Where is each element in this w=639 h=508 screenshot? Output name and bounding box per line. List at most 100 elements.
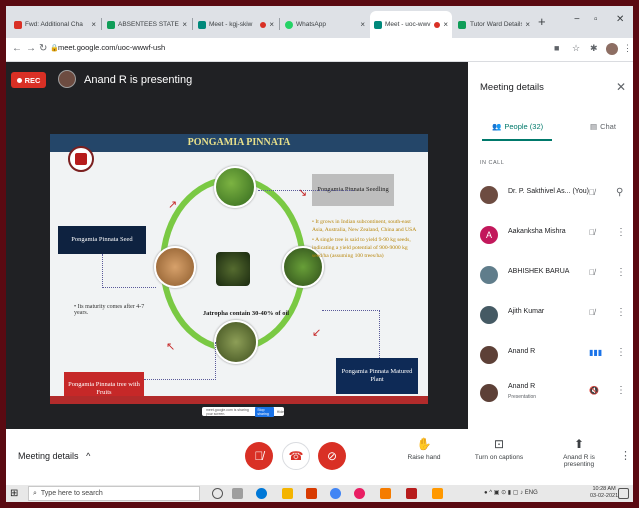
pin-icon[interactable]: ⚲ — [616, 187, 623, 198]
chrome-profile-icon[interactable] — [354, 488, 365, 499]
camera-toggle-button[interactable]: ⊘ — [318, 442, 346, 470]
institution-logo-icon — [68, 146, 94, 172]
participant-row[interactable]: Anand R Presentation 🔇 ⋮ — [468, 374, 633, 412]
close-icon[interactable]: × — [360, 20, 365, 29]
presenter-text: Anand R is presenting — [84, 74, 193, 86]
meeting-details-button[interactable]: Meeting details ^ — [18, 451, 90, 461]
presenting-button[interactable]: ⬆ Anand R is presenting — [549, 437, 609, 468]
close-icon[interactable]: × — [525, 20, 530, 29]
center-caption: Jatropha contain 30-40% of oil — [202, 310, 290, 317]
meeting-details-panel: Meeting details ✕ 👥 People (32) ▤ Chat I… — [468, 62, 633, 429]
maturity-text: Its maturity comes after 4-7 years. — [74, 304, 145, 316]
participant-avatar — [480, 266, 498, 284]
tab-absentees[interactable]: ABSENTEES STATEM × — [103, 11, 191, 38]
clock[interactable]: 10:28 AM 03-02-2021 — [590, 486, 618, 500]
close-icon[interactable]: ✕ — [616, 80, 626, 94]
app-icon[interactable] — [380, 488, 391, 499]
raise-hand-button[interactable]: ✋ Raise hand — [394, 437, 454, 461]
close-icon[interactable]: × — [182, 20, 187, 29]
tab-title: Fwd: Additional Cha — [25, 21, 83, 28]
people-tab-label: People (32) — [504, 122, 544, 131]
participant-avatar: A — [480, 226, 498, 244]
chrome-icon[interactable] — [330, 488, 341, 499]
participant-row[interactable]: Ajith Kumar 🎙̸ ⋮ — [468, 296, 633, 334]
url-field[interactable]: meet.google.com/uoc-wwwf-ush — [58, 43, 165, 52]
restore-icon[interactable]: ▫ — [594, 14, 598, 25]
slide-title: PONGAMIA PINNATA — [187, 137, 291, 148]
tab-meet-uoc[interactable]: Meet - uoc-wwv × — [370, 11, 452, 38]
meet-icon — [374, 20, 382, 29]
reload-icon[interactable]: ↻ — [39, 43, 47, 54]
participant-row[interactable]: ABHISHEK BARUA 🎙̸ ⋮ — [468, 256, 633, 294]
seedling-image — [214, 166, 256, 208]
minimize-icon[interactable]: − — [574, 14, 580, 25]
camera-icon[interactable]: ■ — [554, 43, 559, 53]
menu-icon[interactable]: ⋮ — [623, 43, 632, 54]
more-options-icon[interactable]: ⋮ — [616, 227, 626, 238]
fact-bullet: • It grows in Indian subcontinent, south… — [312, 219, 417, 234]
more-options-icon[interactable]: ⋮ — [616, 267, 626, 278]
more-options-icon[interactable]: ⋮ — [616, 347, 626, 358]
tab-meet-kgj[interactable]: Meet - kgj-skiw × — [194, 11, 278, 38]
more-options-icon[interactable]: ⋮ — [616, 385, 626, 396]
forward-icon[interactable]: → — [26, 43, 36, 54]
hand-icon: ✋ — [416, 437, 432, 451]
cortana-icon[interactable] — [212, 488, 223, 499]
edge-icon[interactable] — [256, 488, 267, 499]
profile-avatar[interactable] — [606, 43, 618, 55]
address-bar: ← → ↻ 🔒 meet.google.com/uoc-wwwf-ush ■ ☆… — [6, 38, 633, 62]
close-icon[interactable]: × — [269, 20, 274, 29]
extensions-icon[interactable]: ✱ — [590, 43, 598, 54]
sheets-icon — [107, 20, 115, 29]
tab-people[interactable]: 👥 People (32) — [492, 122, 543, 131]
recording-icon — [260, 21, 267, 28]
tab-title: ABSENTEES STATEM — [118, 21, 180, 28]
mic-toggle-button[interactable]: 🎙̸ — [245, 442, 273, 470]
active-tab-indicator — [482, 139, 552, 141]
slide-footer-band — [50, 396, 428, 404]
participant-row[interactable]: Dr. P. Sakthivel As... (You) 🎙̸ ⚲ — [468, 176, 633, 214]
more-options-icon[interactable]: ⋮ — [620, 449, 631, 462]
jatropha-image — [216, 252, 250, 286]
tab-title: WhatsApp — [296, 21, 326, 28]
tab-whatsapp[interactable]: WhatsApp × — [281, 11, 369, 38]
office-icon[interactable] — [306, 488, 317, 499]
participant-avatar — [480, 346, 498, 364]
fact-text: It grows in Indian subcontinent, south-e… — [312, 219, 417, 234]
acrobat-icon[interactable] — [406, 488, 417, 499]
taskbar-search[interactable]: ⌕ Type here to search — [28, 486, 200, 501]
close-icon[interactable]: × — [91, 20, 96, 29]
seeds-image — [154, 246, 196, 288]
hide-share-bar-button[interactable]: Hide — [277, 410, 284, 414]
presentation-muted-icon: 🔇 — [589, 386, 599, 395]
maturity-bullet: • Its maturity comes after 4-7 years. — [74, 304, 145, 316]
captions-icon: ⊡ — [493, 437, 505, 451]
stop-sharing-button[interactable]: Stop sharing — [255, 406, 274, 417]
window-close-icon[interactable]: ✕ — [616, 14, 624, 25]
participant-avatar — [480, 186, 498, 204]
participant-row[interactable]: A Aakanksha Mishra 🎙̸ ⋮ — [468, 216, 633, 254]
captions-button[interactable]: ⊡ Turn on captions — [469, 437, 529, 461]
participant-row[interactable]: Anand R ▮▮▮ ⋮ — [468, 336, 633, 374]
file-explorer-icon[interactable] — [282, 488, 293, 499]
back-icon[interactable]: ← — [12, 43, 22, 54]
close-icon[interactable]: × — [443, 20, 448, 29]
tray-icons[interactable]: ● ^ ▣ ⊙ ▮ ▢ ♪ — [484, 490, 523, 496]
new-tab-icon[interactable]: + — [538, 14, 546, 29]
leave-call-button[interactable]: ☎ — [282, 442, 310, 470]
tab-gmail[interactable]: Fwd: Additional Cha × — [10, 11, 100, 38]
language-indicator[interactable]: ENG — [525, 490, 538, 496]
screen-share-bar: meet.google.com is sharing your screen. … — [202, 406, 284, 417]
tab-chat[interactable]: ▤ Chat — [590, 122, 616, 131]
more-options-icon[interactable]: ⋮ — [616, 307, 626, 318]
star-icon[interactable]: ☆ — [572, 43, 580, 54]
participant-name: Anand R — [508, 348, 536, 355]
windows-start-icon[interactable]: ⊞ — [10, 488, 18, 499]
notifications-icon[interactable] — [618, 488, 629, 499]
vlc-icon[interactable] — [432, 488, 443, 499]
participant-name: Ajith Kumar — [508, 308, 545, 315]
tab-tutor-ward-title[interactable]: Tutor Ward Details × — [466, 11, 534, 38]
cycle-arrow-icon: ↙ — [312, 327, 322, 339]
participant-avatar — [480, 384, 498, 402]
task-view-icon[interactable] — [232, 488, 243, 499]
